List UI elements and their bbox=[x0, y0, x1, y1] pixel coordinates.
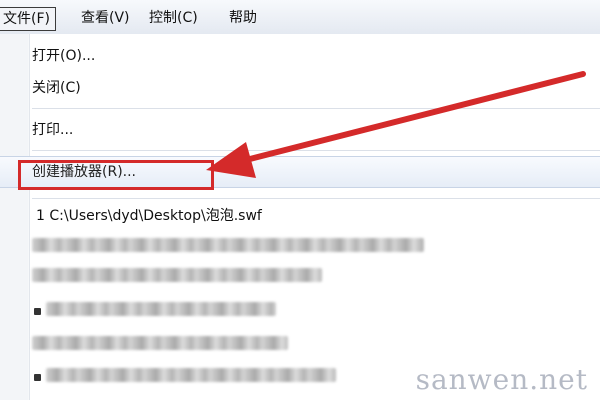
annotation-arrow-icon bbox=[206, 71, 586, 178]
watermark: sanwen.net bbox=[415, 363, 588, 396]
